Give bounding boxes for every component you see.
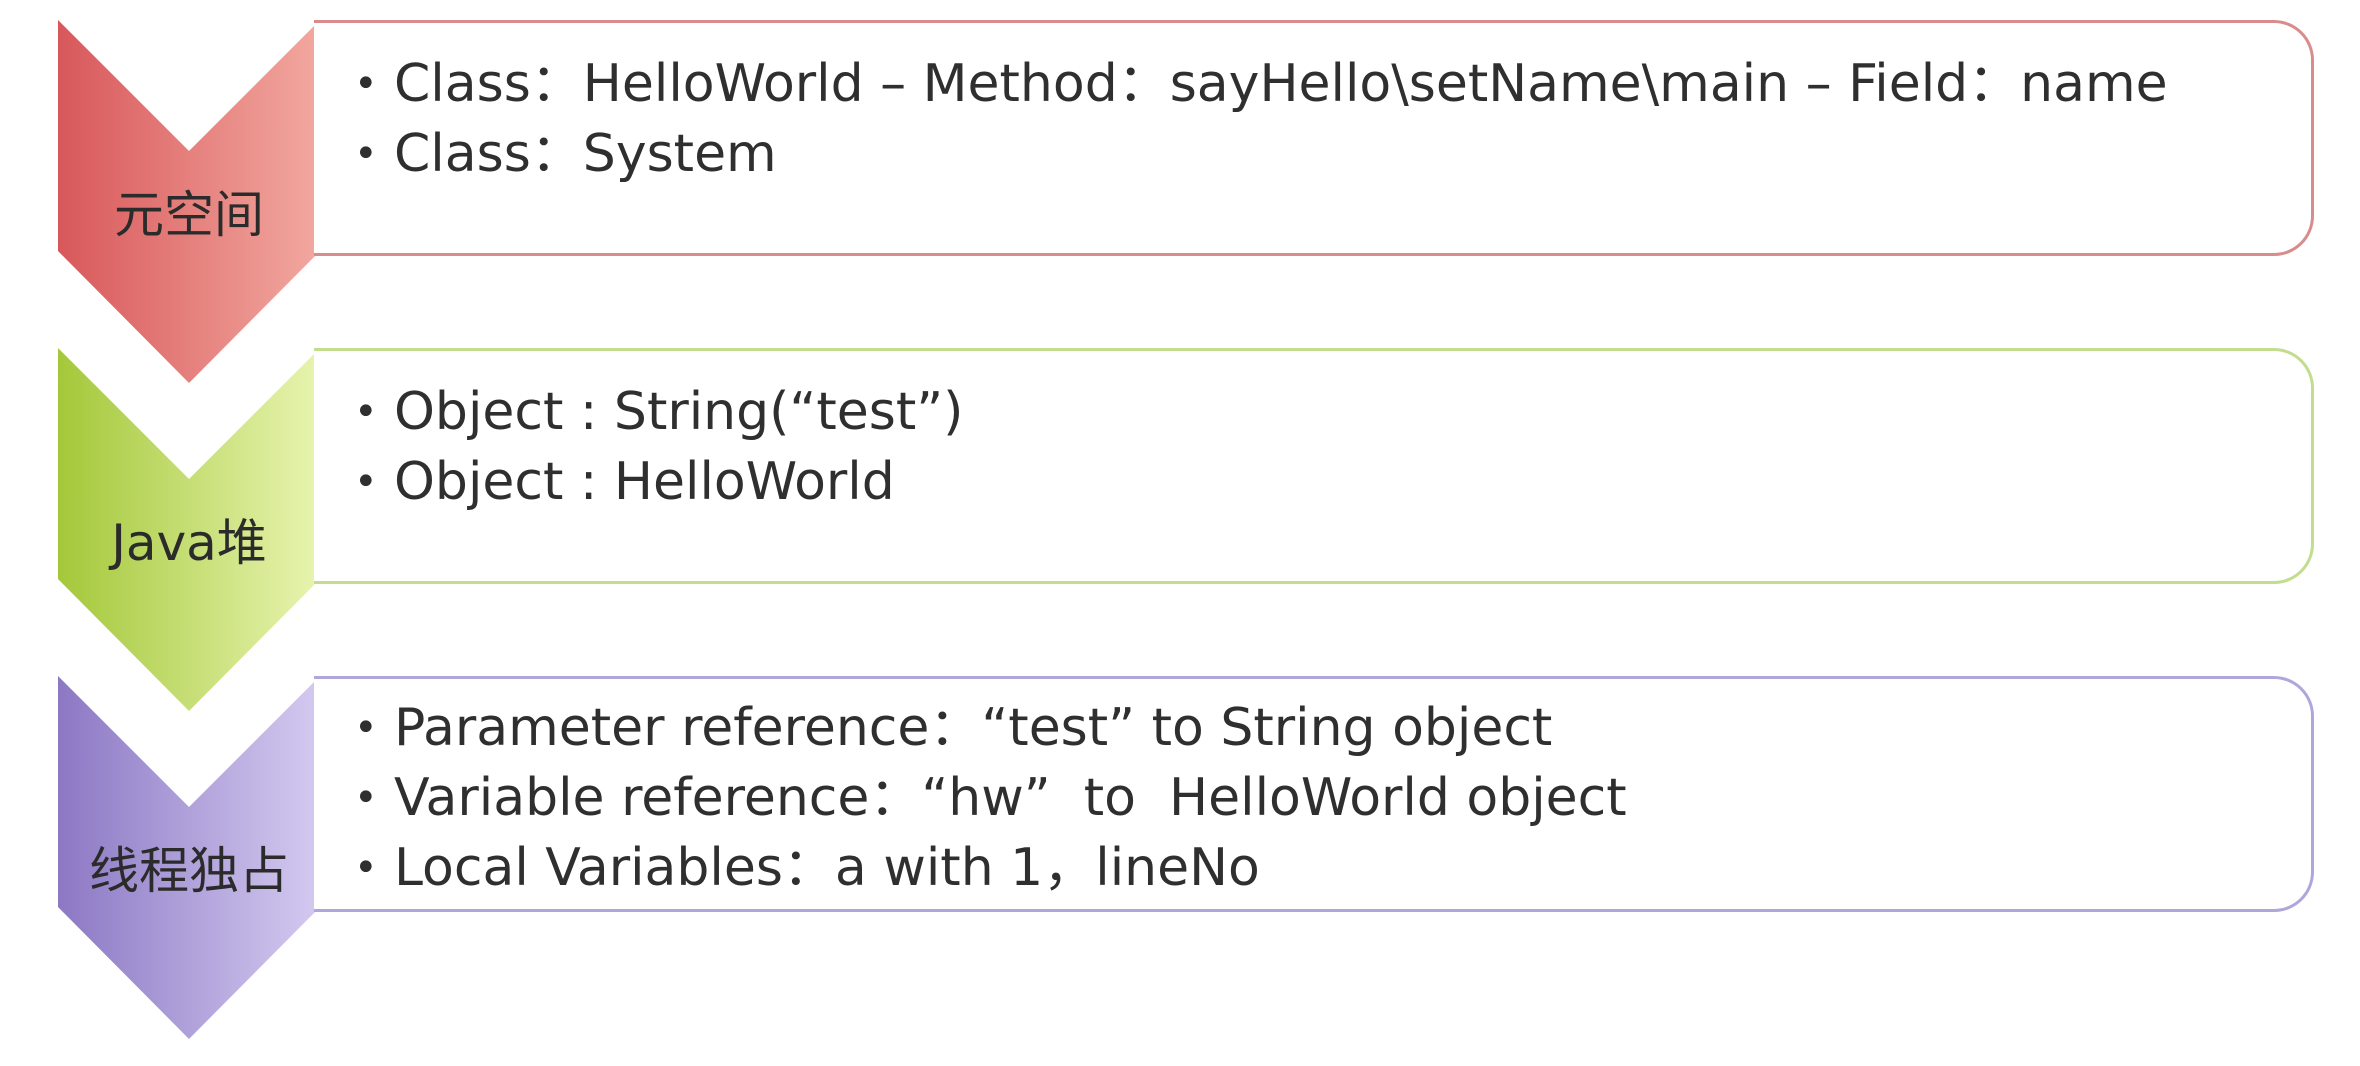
list-item: Object : String(“test”) [354, 377, 963, 447]
list-item: Class：HelloWorld – Method：sayHello\setNa… [354, 49, 2168, 119]
chevron-label: Java堆 [111, 514, 267, 572]
chevron-label: 线程独占 [89, 842, 289, 900]
bullet-list: Parameter reference：“test” to String obj… [354, 693, 1627, 903]
bullet-list: Object : String(“test”) Object : HelloWo… [354, 377, 963, 517]
content-box-thread-exclusive: Parameter reference：“test” to String obj… [314, 676, 2314, 912]
list-item: Object : HelloWorld [354, 447, 963, 517]
bullet-list: Class：HelloWorld – Method：sayHello\setNa… [354, 49, 2168, 189]
content-box-java-heap: Object : String(“test”) Object : HelloWo… [314, 348, 2314, 584]
content-box-metaspace: Class：HelloWorld – Method：sayHello\setNa… [314, 20, 2314, 256]
list-item: Parameter reference：“test” to String obj… [354, 693, 1627, 763]
chevron-metaspace: 元空间 [58, 20, 320, 383]
chevron-thread-exclusive: 线程独占 [58, 676, 320, 1039]
list-item: Variable reference：“hw” to HelloWorld ob… [354, 763, 1627, 833]
list-item: Local Variables：a with 1，lineNo [354, 833, 1627, 903]
chevron-label: 元空间 [114, 186, 264, 244]
chevron-java-heap: Java堆 [58, 348, 320, 711]
list-item: Class：System [354, 119, 2168, 189]
